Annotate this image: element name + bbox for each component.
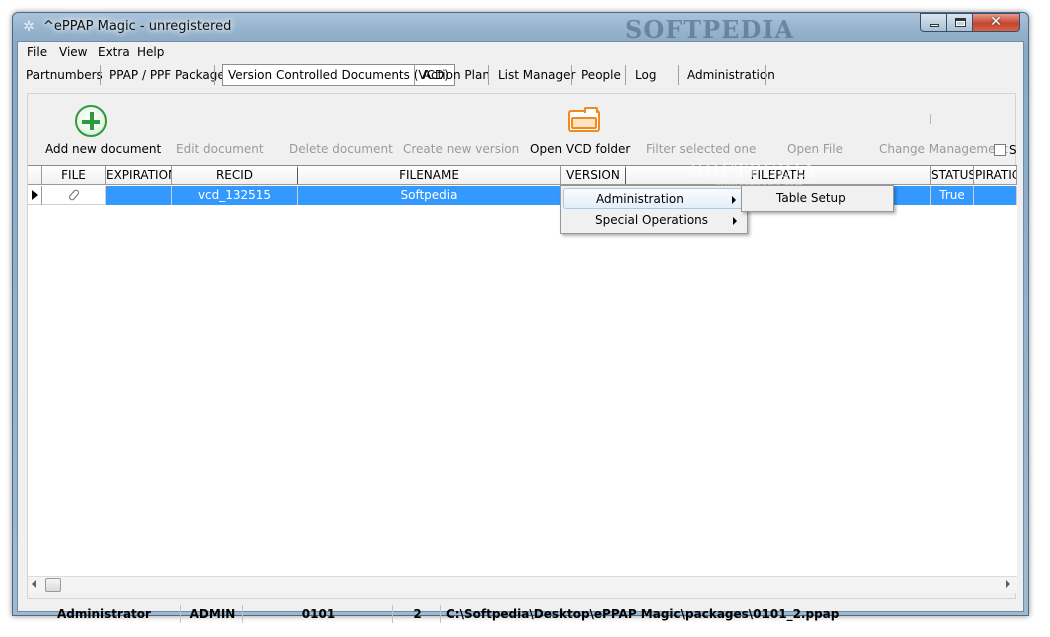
client-area: File View Extra Help Partnumbers PPAP / … <box>17 41 1024 623</box>
column-header-expiration-2[interactable]: PIRATIC <box>974 166 1017 185</box>
app-window: ✲ ^ePPAP Magic - unregistered SOFTPEDIA … <box>12 12 1029 623</box>
tab-ppap-package[interactable]: PPAP / PPF Package <box>109 65 225 85</box>
tab-separator <box>414 65 415 85</box>
filter-selected-button[interactable]: Filter selected one <box>646 142 756 156</box>
show-checkbox-label: Sh <box>1009 143 1017 157</box>
horizontal-scrollbar[interactable] <box>28 576 1017 593</box>
create-version-button[interactable]: Create new version <box>403 142 519 156</box>
change-management-icon <box>930 114 932 124</box>
tab-vcd[interactable]: Version Controlled Documents (VCD) <box>222 64 455 86</box>
column-header-version[interactable]: VERSION <box>561 166 626 185</box>
tab-separator <box>678 65 679 85</box>
tab-separator <box>571 65 572 85</box>
context-item-special-operations[interactable]: Special Operations <box>563 210 745 231</box>
tab-separator <box>214 65 215 85</box>
submenu-arrow-icon <box>732 196 736 204</box>
tab-separator <box>625 65 626 85</box>
folder-icon[interactable] <box>568 107 600 133</box>
menu-extra[interactable]: Extra <box>98 45 130 59</box>
row-selector[interactable] <box>28 186 42 205</box>
maximize-button[interactable] <box>946 13 973 32</box>
column-header-filename[interactable]: FILENAME <box>298 166 561 185</box>
row-header-corner <box>28 166 42 185</box>
close-button[interactable]: ✕ <box>972 13 1020 32</box>
context-item-label: Special Operations <box>595 213 709 227</box>
column-header-expiration[interactable]: EXPIRATION <box>106 166 172 185</box>
tab-partnumbers[interactable]: Partnumbers <box>26 65 103 85</box>
watermark-overlay: SOFTPEDIA <box>690 160 817 182</box>
vcd-panel: Add new document Edit document Delete do… <box>27 93 1017 599</box>
status-bar: Administrator ADMIN 0101 2 C:\Softpedia\… <box>18 605 1023 623</box>
column-header-status[interactable]: STATUS <box>931 166 974 185</box>
context-item-label: Table Setup <box>776 191 846 205</box>
toolbar: Add new document Edit document Delete do… <box>28 94 1017 162</box>
submenu-arrow-icon <box>733 217 737 225</box>
tab-separator <box>765 65 766 85</box>
menu-bar: File View Extra Help <box>18 42 1023 62</box>
tab-separator <box>100 65 101 85</box>
cell-status[interactable]: True <box>931 186 974 205</box>
menu-file[interactable]: File <box>27 45 47 59</box>
tab-strip: Partnumbers PPAP / PPF Package Version C… <box>18 62 1023 88</box>
open-vcd-folder-button[interactable]: Open VCD folder <box>530 142 630 156</box>
tab-people[interactable]: People <box>581 65 621 85</box>
title-bar[interactable]: ✲ ^ePPAP Magic - unregistered SOFTPEDIA … <box>13 13 1028 44</box>
edit-document-button[interactable]: Edit document <box>176 142 264 156</box>
add-document-button[interactable]: Add new document <box>45 142 161 156</box>
documents-grid[interactable]: FILE EXPIRATION RECID FILENAME VERSION F… <box>28 160 1017 576</box>
tab-log[interactable]: Log <box>635 65 656 85</box>
status-partnumber: 0101 <box>242 605 392 623</box>
row-indicator-icon <box>32 190 38 200</box>
cell-expiration-2[interactable] <box>974 186 1017 205</box>
gear-app-icon[interactable]: ✲ <box>21 19 37 35</box>
maximize-icon <box>955 18 966 27</box>
folder-front <box>571 117 597 129</box>
context-submenu: Table Setup <box>741 185 894 212</box>
menu-view[interactable]: View <box>59 45 87 59</box>
minimize-button[interactable] <box>920 13 947 32</box>
cell-filename[interactable]: Softpedia <box>298 186 561 205</box>
scroll-thumb[interactable] <box>45 578 61 592</box>
column-header-recid[interactable]: RECID <box>172 166 298 185</box>
show-checkbox[interactable] <box>994 144 1006 156</box>
window-title: ^ePPAP Magic - unregistered <box>43 19 232 34</box>
tab-administration[interactable]: Administration <box>687 65 775 85</box>
tab-list-manager[interactable]: List Manager <box>498 65 575 85</box>
status-user: Administrator <box>57 607 151 621</box>
column-resize-handle[interactable] <box>297 168 298 184</box>
context-item-administration[interactable]: Administration <box>563 188 745 209</box>
delete-document-button[interactable]: Delete document <box>289 142 393 156</box>
add-icon[interactable] <box>75 105 107 137</box>
paperclip-icon[interactable] <box>67 188 80 202</box>
cell-expiration[interactable] <box>106 186 172 205</box>
folder-tab <box>584 107 598 113</box>
column-resize-handle[interactable] <box>625 168 626 184</box>
scroll-right-arrow-icon[interactable] <box>1006 580 1010 588</box>
status-path: C:\Softpedia\Desktop\ePPAP Magic\package… <box>440 605 1010 623</box>
tab-separator <box>488 65 489 85</box>
cell-file[interactable] <box>42 186 106 205</box>
close-icon: ✕ <box>990 14 1002 30</box>
context-item-label: Administration <box>596 192 684 206</box>
tab-action-plan[interactable]: Action Plan <box>423 65 490 85</box>
cell-recid[interactable]: vcd_132515 <box>172 186 298 205</box>
menu-help[interactable]: Help <box>137 45 164 59</box>
open-file-button[interactable]: Open File <box>787 142 843 156</box>
watermark-logo: SOFTPEDIA <box>625 15 795 44</box>
minimize-icon <box>930 24 939 27</box>
context-item-table-setup[interactable]: Table Setup <box>744 188 891 209</box>
status-revision: 2 <box>392 605 440 623</box>
context-menu: Administration Special Operations <box>560 185 748 234</box>
column-header-file[interactable]: FILE <box>42 166 106 185</box>
change-management-button[interactable]: Change Management <box>879 142 1008 156</box>
scroll-left-arrow-icon[interactable] <box>32 580 36 588</box>
status-role: ADMIN <box>180 605 242 623</box>
